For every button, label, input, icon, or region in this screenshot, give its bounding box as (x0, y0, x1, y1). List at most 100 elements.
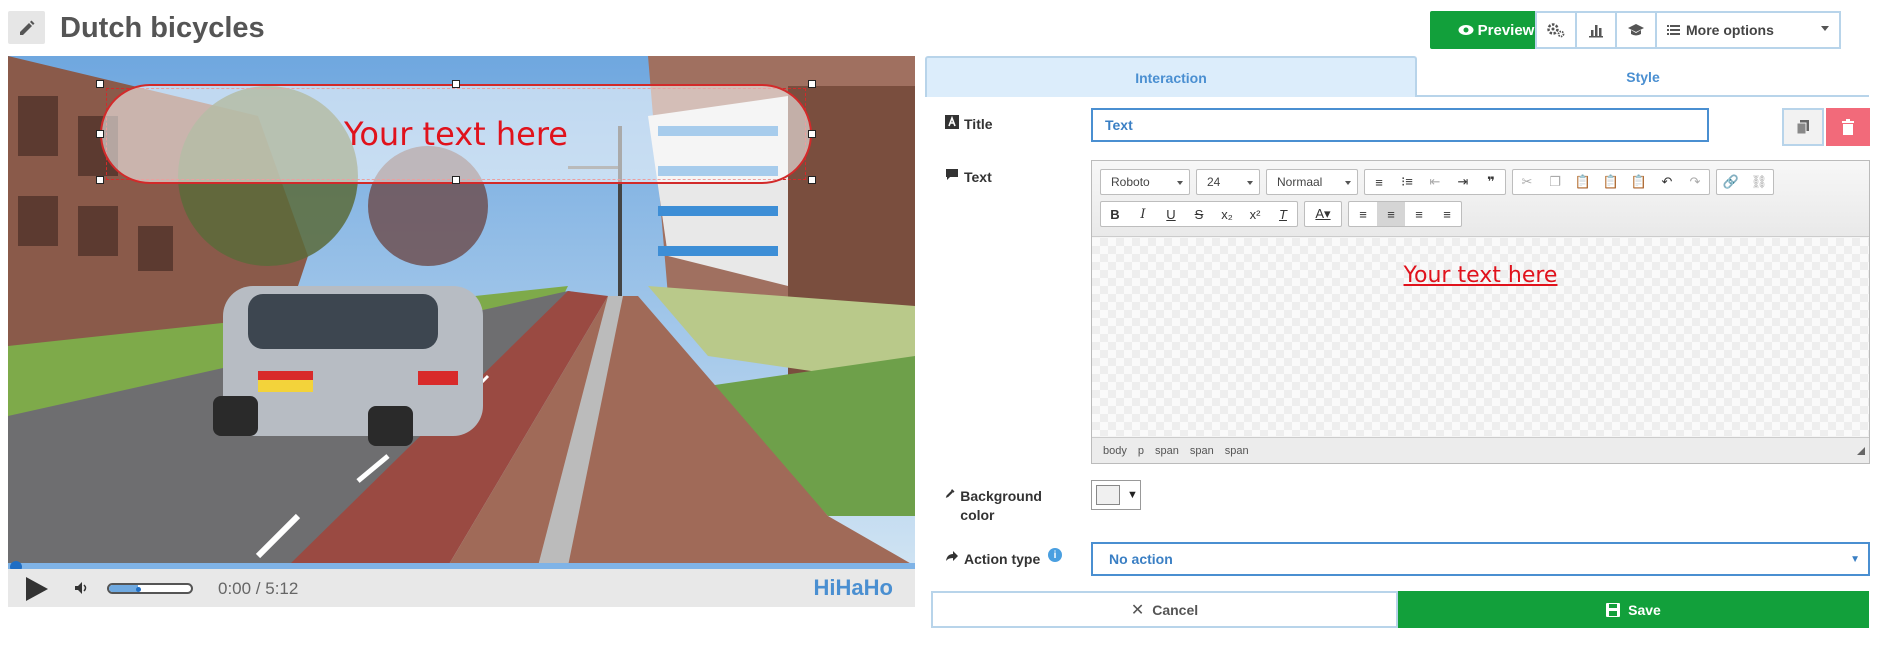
settings-button[interactable] (1537, 13, 1577, 47)
overlay-text: Your text here (344, 115, 568, 153)
format-value: Normaal (1277, 175, 1323, 189)
resize-handle-se[interactable] (808, 176, 816, 184)
italic-icon[interactable]: I (1129, 202, 1157, 226)
paste-text-icon[interactable]: 📋 (1597, 170, 1625, 194)
header: Dutch bicycles Preview More options (0, 0, 1878, 56)
video-player[interactable]: Your text here (8, 56, 915, 566)
resize-handle-nw[interactable] (96, 80, 104, 88)
title-label: Title (964, 116, 993, 132)
resize-handle-n[interactable] (452, 80, 460, 88)
superscript-icon[interactable]: x² (1241, 202, 1269, 226)
chevron-down-icon (1247, 181, 1253, 185)
action-type-select[interactable]: No action ▼ (1091, 542, 1870, 576)
copy-icon[interactable]: ❐ (1541, 170, 1569, 194)
indent-icon[interactable]: ⇥ (1449, 170, 1477, 194)
undo-icon[interactable]: ↶ (1653, 170, 1681, 194)
background-label: Background color (960, 488, 1042, 523)
outdent-icon[interactable]: ⇤ (1421, 170, 1449, 194)
align-right-icon[interactable]: ≡ (1405, 202, 1433, 226)
align-justify-icon[interactable]: ≡ (1433, 202, 1461, 226)
color-swatch (1096, 485, 1120, 505)
copy-icon (1796, 120, 1809, 135)
font-family-select[interactable]: Roboto (1100, 169, 1190, 195)
blockquote-icon[interactable]: ❞ (1477, 170, 1505, 194)
strikethrough-icon[interactable]: S (1185, 202, 1213, 226)
format-select[interactable]: Normaal (1266, 169, 1358, 195)
font-size-value: 24 (1207, 175, 1221, 189)
path-item[interactable]: span (1190, 445, 1214, 457)
tab-style[interactable]: Style (1417, 56, 1869, 97)
info-icon[interactable]: i (1048, 548, 1062, 562)
rich-text-editor: Roboto 24 Normaal ≡ ⁝≡ ⇤ ⇥ ❞ ✂ ❐ 📋 📋 📋 ↶… (1091, 160, 1870, 464)
more-options-label: More options (1686, 22, 1774, 38)
editor-content-area[interactable]: Your text here (1092, 238, 1869, 436)
redo-icon[interactable]: ↷ (1681, 170, 1709, 194)
more-options-dropdown[interactable]: More options (1657, 13, 1839, 47)
eyedropper-icon (945, 489, 955, 498)
resize-handle-s[interactable] (452, 176, 460, 184)
cut-icon[interactable]: ✂ (1513, 170, 1541, 194)
brand-logo[interactable]: HiHaHo (814, 575, 893, 601)
paste-word-icon[interactable]: 📋 (1625, 170, 1653, 194)
tab-interaction[interactable]: Interaction (925, 56, 1417, 97)
chevron-down-icon (1821, 26, 1829, 31)
align-center-icon[interactable]: ≡ (1377, 202, 1405, 226)
text-color-icon[interactable]: A▾ (1305, 202, 1341, 226)
trash-icon (1842, 119, 1854, 135)
editor-content-text: Your text here (1403, 263, 1558, 288)
edit-title-button[interactable] (8, 11, 45, 44)
color-tools: A▾ (1304, 201, 1342, 227)
bold-icon[interactable]: B (1101, 202, 1129, 226)
resize-handle-sw[interactable] (96, 176, 104, 184)
align-left-icon[interactable]: ≡ (1349, 202, 1377, 226)
toolbar-group: More options (1535, 11, 1841, 49)
editor-toolbar: Roboto 24 Normaal ≡ ⁝≡ ⇤ ⇥ ❞ ✂ ❐ 📋 📋 📋 ↶… (1092, 161, 1869, 237)
quiz-button[interactable] (1617, 13, 1657, 47)
font-family-value: Roboto (1111, 175, 1150, 189)
list-tools: ≡ ⁝≡ ⇤ ⇥ ❞ (1364, 169, 1506, 195)
path-item[interactable]: p (1138, 445, 1144, 457)
cancel-label: Cancel (1152, 601, 1199, 618)
path-item[interactable]: span (1155, 445, 1179, 457)
action-type-value: No action (1109, 551, 1173, 567)
save-label: Save (1628, 601, 1661, 618)
bullet-list-icon[interactable]: ⁝≡ (1393, 170, 1421, 194)
copy-button[interactable] (1782, 108, 1824, 146)
subscript-icon[interactable]: x₂ (1213, 202, 1241, 226)
editor-element-path: body p span span span (1092, 437, 1869, 463)
remove-format-icon[interactable]: T (1269, 202, 1297, 226)
list-icon (1667, 25, 1680, 35)
ordered-list-icon[interactable]: ≡ (1365, 170, 1393, 194)
player-controls: 0:00 / 5:12 HiHaHo (8, 569, 915, 607)
editor-resize-handle[interactable] (1857, 447, 1865, 455)
chevron-down-icon (1345, 181, 1351, 185)
font-size-select[interactable]: 24 (1196, 169, 1260, 195)
panel-tabs: Interaction Style (925, 56, 1869, 97)
play-button[interactable] (26, 577, 48, 601)
background-label-group: Background color (945, 487, 1055, 525)
volume-icon[interactable] (74, 581, 90, 595)
unlink-icon[interactable]: ⛓ (1745, 170, 1773, 194)
statistics-button[interactable] (1577, 13, 1617, 47)
save-button[interactable]: Save (1398, 591, 1869, 628)
underline-icon[interactable]: U (1157, 202, 1185, 226)
path-item[interactable]: body (1103, 445, 1127, 457)
title-input[interactable]: Text (1091, 108, 1709, 142)
paste-icon[interactable]: 📋 (1569, 170, 1597, 194)
cancel-button[interactable]: ✕ Cancel (931, 591, 1398, 628)
volume-slider[interactable] (107, 583, 193, 594)
time-display: 0:00 / 5:12 (218, 579, 299, 598)
resize-handle-w[interactable] (96, 130, 104, 138)
volume-knob[interactable] (135, 587, 141, 592)
resize-handle-e[interactable] (808, 130, 816, 138)
share-arrow-icon (946, 551, 958, 561)
chevron-down-icon (1177, 181, 1183, 185)
path-item[interactable]: span (1225, 445, 1249, 457)
resize-handle-ne[interactable] (808, 80, 816, 88)
background-color-picker[interactable]: ▼ (1091, 480, 1141, 510)
action-label: Action type (964, 551, 1041, 567)
title-label-group: Title (945, 115, 993, 134)
delete-button[interactable] (1826, 108, 1870, 146)
text-overlay[interactable]: Your text here (100, 84, 812, 184)
link-icon[interactable]: 🔗 (1717, 170, 1745, 194)
